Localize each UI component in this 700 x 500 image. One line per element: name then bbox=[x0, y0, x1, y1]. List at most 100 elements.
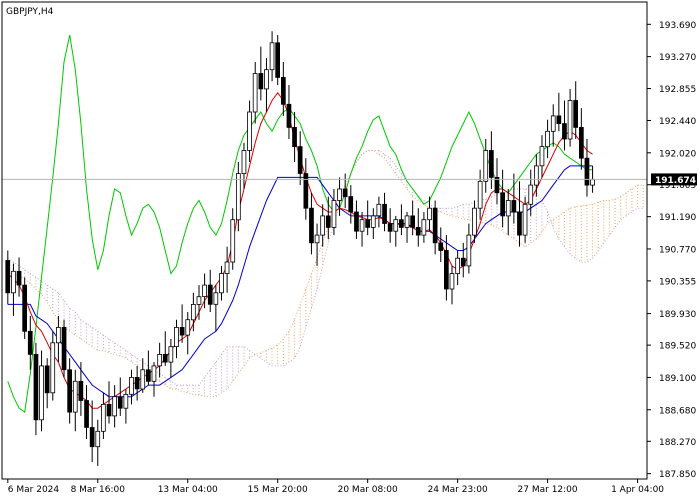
candle-body bbox=[331, 200, 337, 228]
candle-body bbox=[101, 403, 106, 432]
candle-body bbox=[224, 261, 230, 274]
candle-body bbox=[398, 219, 404, 228]
x-tick-label: 8 Mar 16:00 bbox=[71, 485, 126, 495]
candle-body bbox=[207, 284, 213, 305]
candle-body bbox=[297, 146, 303, 174]
candle-body bbox=[241, 150, 247, 175]
candle-body bbox=[500, 192, 506, 217]
candle-body bbox=[320, 215, 326, 236]
candle-body bbox=[84, 400, 89, 428]
candle-body bbox=[359, 219, 365, 232]
candle-body bbox=[562, 123, 567, 140]
x-tick-label: 24 Mar 23:00 bbox=[428, 485, 488, 495]
x-tick-label: 27 Mar 12:00 bbox=[518, 485, 578, 495]
y-tick-label: 189.100 bbox=[659, 374, 696, 384]
candle-body bbox=[292, 127, 297, 148]
candle-body bbox=[134, 376, 140, 390]
y-tick-label: 193.690 bbox=[659, 21, 696, 31]
candle-body bbox=[235, 173, 241, 221]
candle-body bbox=[269, 42, 275, 71]
candle-body bbox=[427, 207, 432, 221]
candle-body bbox=[27, 330, 33, 355]
candle-body bbox=[202, 284, 207, 298]
candle-body bbox=[129, 376, 134, 395]
candle-body bbox=[505, 200, 511, 217]
candle-body bbox=[219, 273, 224, 294]
candle-body bbox=[460, 257, 466, 267]
candle-body bbox=[370, 215, 376, 228]
candle-body bbox=[404, 215, 410, 228]
candle-body bbox=[196, 296, 202, 305]
candle-body bbox=[567, 100, 573, 140]
candle-body bbox=[174, 326, 179, 347]
candle-body bbox=[303, 173, 309, 209]
candle-body bbox=[252, 73, 258, 113]
candle-body bbox=[449, 273, 455, 290]
candle-body bbox=[342, 188, 348, 198]
candle-body bbox=[556, 115, 562, 125]
candle-body bbox=[16, 270, 22, 286]
candle-body bbox=[528, 184, 534, 205]
candle-body bbox=[50, 342, 56, 394]
current-price-tag: 191.674 bbox=[651, 173, 697, 186]
candle-body bbox=[539, 146, 545, 167]
candle-body bbox=[421, 219, 427, 236]
candle-body bbox=[22, 284, 28, 332]
candle-body bbox=[438, 242, 444, 251]
y-tick-label: 193.270 bbox=[659, 53, 696, 63]
candle-body bbox=[325, 215, 331, 228]
candle-body bbox=[387, 223, 393, 232]
y-tick-label: 192.020 bbox=[659, 149, 696, 159]
candle-body bbox=[190, 303, 196, 321]
candle-body bbox=[455, 257, 461, 275]
candle-body bbox=[151, 365, 157, 382]
x-tick-label: 6 Mar 2024 bbox=[8, 485, 60, 495]
candle-body bbox=[123, 393, 129, 409]
candle-body bbox=[264, 69, 269, 90]
candle-body bbox=[545, 130, 550, 148]
y-tick-label: 189.930 bbox=[659, 310, 696, 320]
candle-body bbox=[286, 103, 292, 128]
candle bbox=[61, 319, 67, 378]
candle-body bbox=[511, 200, 517, 213]
candle-body bbox=[33, 353, 39, 421]
candle-body bbox=[275, 42, 281, 78]
candle-body bbox=[483, 150, 489, 182]
y-tick-label: 192.855 bbox=[659, 85, 696, 95]
candle-body bbox=[44, 365, 50, 394]
y-tick-label: 190.770 bbox=[659, 245, 696, 255]
y-tick-label: 188.270 bbox=[659, 438, 696, 448]
candle-body bbox=[365, 219, 371, 228]
candle-body bbox=[584, 157, 590, 186]
candle-body bbox=[230, 219, 236, 263]
candle-body bbox=[117, 396, 123, 409]
y-tick-label: 188.680 bbox=[659, 406, 696, 416]
price-chart[interactable]: 193.690 193.270 192.855 192.440 192.020 191.6… bbox=[0, 0, 700, 500]
candle-body bbox=[145, 369, 151, 382]
candle-body bbox=[95, 430, 101, 448]
candle-body bbox=[67, 369, 72, 413]
candle-body bbox=[11, 270, 16, 294]
candle-body bbox=[348, 196, 354, 213]
candle-body bbox=[472, 207, 477, 236]
candle-body bbox=[247, 111, 252, 151]
candle bbox=[275, 35, 281, 86]
candle-body bbox=[443, 250, 449, 290]
candle-body bbox=[534, 165, 539, 186]
candle-body bbox=[579, 127, 584, 159]
candle-body bbox=[39, 365, 44, 421]
candle-body bbox=[162, 353, 168, 363]
y-tick-label: 190.355 bbox=[659, 277, 696, 287]
candle-body bbox=[354, 211, 359, 232]
candle-body bbox=[5, 260, 11, 294]
candle bbox=[22, 277, 28, 339]
candle-body bbox=[376, 203, 382, 217]
candle-body bbox=[573, 100, 579, 128]
candle-body bbox=[168, 346, 174, 363]
candle-body bbox=[488, 150, 494, 178]
candle-body bbox=[522, 203, 528, 236]
y-tick-label: 187.850 bbox=[659, 470, 696, 480]
x-tick-label: 15 Mar 20:00 bbox=[248, 485, 308, 495]
candle-body bbox=[337, 188, 342, 201]
y-tick-label: 192.440 bbox=[659, 117, 696, 127]
